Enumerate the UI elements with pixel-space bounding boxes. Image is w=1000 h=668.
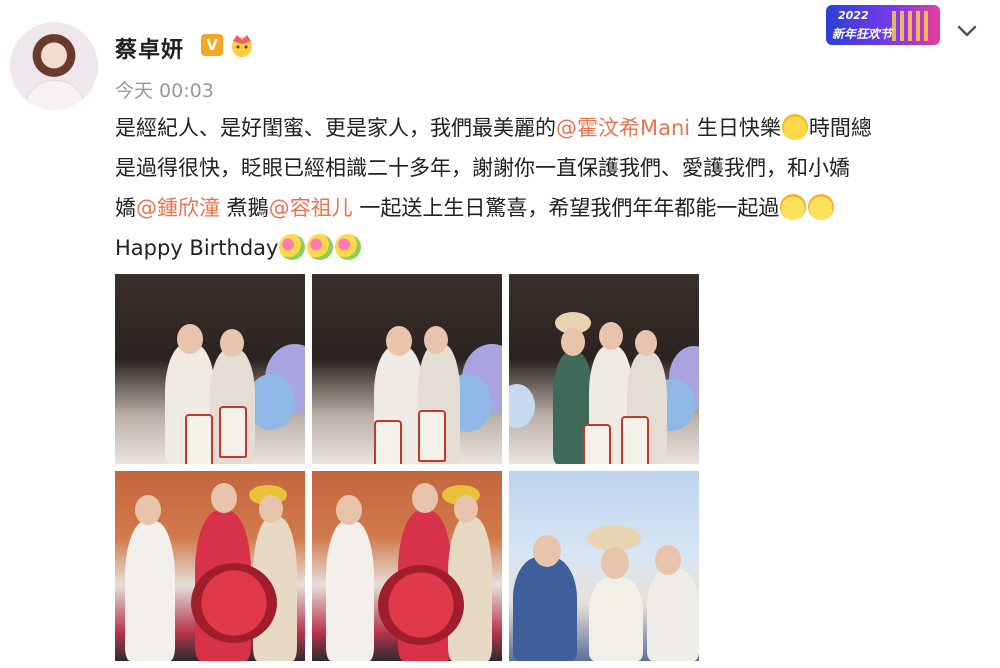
post-text-segment: 煮鵝 [220, 196, 269, 220]
person [513, 557, 577, 661]
bottle [621, 416, 649, 464]
promo-decoration [892, 11, 932, 41]
face [211, 483, 237, 513]
photo-2[interactable] [312, 274, 502, 464]
promo-banner[interactable]: 2022 新年狂欢节 [826, 5, 940, 45]
post-text-segment: 時間總 [808, 116, 872, 140]
face [336, 495, 362, 525]
mention-link[interactable]: @霍汶希Mani [556, 116, 690, 140]
post-line-4: Happy Birthday [115, 228, 985, 268]
face [259, 495, 283, 523]
photo-1[interactable] [115, 274, 305, 464]
person [326, 521, 374, 661]
mention-link[interactable]: @鍾欣潼 [136, 196, 220, 220]
face [220, 329, 244, 357]
face [601, 547, 629, 579]
verified-badge[interactable]: V [201, 34, 223, 56]
promo-label: 新年狂欢节 [832, 27, 893, 41]
face [599, 322, 623, 350]
post-text-segment: 一起送上生日驚喜，希望我們年年都能一起過 [352, 196, 780, 220]
post-text-segment: 是經紀人、是好閨蜜、更是家人，我們最美麗的 [115, 116, 556, 140]
face [412, 483, 438, 513]
crown-icon[interactable] [229, 33, 255, 57]
photo-3[interactable] [509, 274, 699, 464]
mention-link[interactable]: @容祖儿 [269, 196, 353, 220]
avatar-figure [24, 80, 86, 110]
face [561, 328, 585, 356]
post-text: 是經紀人、是好閨蜜、更是家人，我們最美麗的@霍汶希Mani 生日快樂 時間總 是過… [115, 108, 985, 268]
face [655, 545, 681, 575]
person [589, 577, 643, 661]
bottle [374, 420, 402, 464]
bouquet-emoji-icon [335, 234, 362, 260]
bottle [219, 406, 247, 458]
bouquet-emoji-icon [279, 234, 306, 260]
rose-bouquet [191, 563, 277, 643]
balloon [509, 384, 535, 428]
post-time: 今天 00:03 [115, 80, 214, 102]
person [125, 521, 175, 661]
post-text-segment: Happy Birthday [115, 236, 279, 260]
face [454, 495, 478, 523]
face [424, 326, 448, 354]
bottle [583, 424, 611, 464]
post-line-2: 是過得很快，眨眼已經相識二十多年，謝謝你一直保護我們、愛護我們，和小嬌 [115, 156, 850, 180]
face [135, 495, 161, 525]
user-name[interactable]: 蔡卓妍 [115, 32, 184, 64]
face [635, 330, 657, 356]
shy-emoji-icon [781, 114, 808, 140]
bottle [418, 410, 446, 462]
photo-5[interactable] [312, 471, 502, 661]
photo-4[interactable] [115, 471, 305, 661]
face [386, 326, 412, 356]
promo-year: 2022 [838, 9, 869, 22]
post-text-segment: 嬌 [115, 196, 136, 220]
rose-bouquet [378, 565, 464, 645]
post-text-segment: 生日快樂 [690, 116, 781, 140]
smile-emoji-icon [808, 194, 835, 220]
photo-6[interactable] [509, 471, 699, 661]
face [177, 324, 203, 354]
smile-emoji-icon [780, 194, 807, 220]
post-line-3: 嬌@鍾欣潼 煮鵝@容祖儿 一起送上生日驚喜，希望我們年年都能一起過 [115, 188, 985, 228]
avatar[interactable] [10, 22, 98, 110]
face [533, 535, 561, 567]
chevron-down-icon[interactable] [956, 22, 978, 40]
person [647, 569, 699, 661]
post-line-1: 是經紀人、是好閨蜜、更是家人，我們最美麗的@霍汶希Mani 生日快樂 時間總 [115, 108, 985, 148]
bouquet-emoji-icon [307, 234, 334, 260]
bottle [185, 414, 213, 464]
